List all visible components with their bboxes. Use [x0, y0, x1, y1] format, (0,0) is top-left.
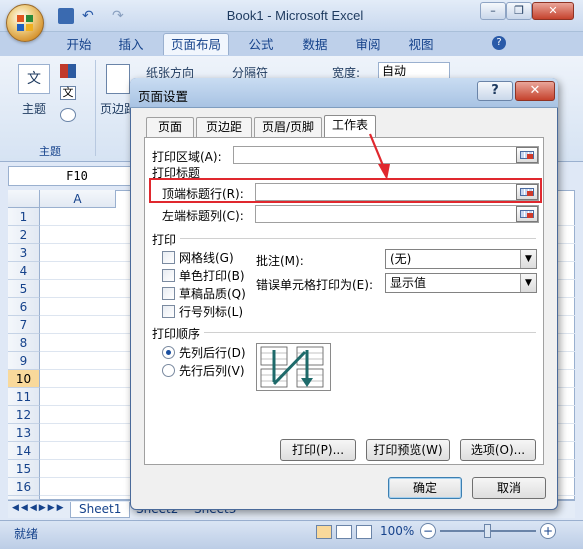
comments-select-value: (无)	[390, 252, 412, 266]
print-order-preview-icon	[256, 343, 331, 391]
row-header[interactable]: 14	[8, 442, 40, 460]
page-layout-view-icon[interactable]	[336, 525, 352, 539]
row-header[interactable]: 11	[8, 388, 40, 406]
sheet-nav-arrows-icon[interactable]: ◀◀◀▶▶▶	[12, 503, 66, 513]
margins-icon[interactable]	[106, 64, 130, 94]
status-ready: 就绪	[14, 527, 39, 541]
down-then-over-radio[interactable]	[162, 346, 175, 359]
row-header[interactable]: 2	[8, 226, 40, 244]
cols-repeat-label: 左端标题列(C):	[162, 209, 244, 223]
row-header[interactable]: 5	[8, 280, 40, 298]
down-then-over-label: 先列后行(D)	[179, 346, 246, 360]
themes-label[interactable]: 主题	[22, 100, 46, 117]
print-area-label: 打印区域(A):	[152, 150, 222, 164]
row-header[interactable]: 9	[8, 352, 40, 370]
errors-select-value: 显示值	[390, 276, 427, 290]
row-col-headings-checkbox[interactable]	[162, 305, 175, 318]
theme-effects-icon[interactable]	[60, 108, 76, 122]
print-order-label: 打印顺序	[152, 327, 201, 341]
dialog-help-button[interactable]: ?	[477, 81, 513, 101]
normal-view-icon[interactable]	[316, 525, 332, 539]
print-area-picker-icon[interactable]	[516, 147, 538, 163]
page-break-view-icon[interactable]	[356, 525, 372, 539]
print-preview-button[interactable]: 打印预览(W)	[366, 439, 450, 461]
row-header[interactable]: 13	[8, 424, 40, 442]
print-section-divider	[180, 238, 536, 239]
office-button[interactable]	[6, 4, 44, 42]
zoom-out-icon[interactable]: −	[420, 523, 436, 539]
theme-fonts-icon[interactable]: 文	[60, 86, 76, 100]
comments-select[interactable]: (无) ▼	[385, 249, 537, 269]
print-order-divider	[204, 332, 536, 333]
name-box[interactable]: F10	[8, 166, 146, 186]
over-then-down-radio[interactable]	[162, 364, 175, 377]
gridlines-checkbox[interactable]	[162, 251, 175, 264]
ok-button[interactable]: 确定	[388, 477, 462, 499]
dialog-close-button[interactable]: ✕	[515, 81, 555, 101]
sheet-tab-1[interactable]: Sheet1	[70, 502, 131, 518]
zoom-slider-thumb[interactable]	[484, 524, 491, 538]
row-header[interactable]: 10	[8, 370, 40, 388]
tab-page-layout[interactable]: 页面布局	[163, 33, 229, 55]
row-header[interactable]: 6	[8, 298, 40, 316]
save-icon[interactable]	[58, 8, 74, 24]
office-logo-icon	[17, 15, 33, 31]
draft-quality-checkbox[interactable]	[162, 287, 175, 300]
restore-button[interactable]: ❐	[506, 2, 532, 20]
column-header-a[interactable]: A	[40, 190, 116, 208]
tab-margins[interactable]: 页边距	[196, 117, 252, 137]
close-button[interactable]: ✕	[532, 2, 574, 20]
row-header[interactable]: 16	[8, 478, 40, 496]
select-all-corner[interactable]	[8, 190, 40, 208]
row-header[interactable]: 1	[8, 208, 40, 226]
comments-label: 批注(M):	[256, 254, 304, 268]
over-then-down-label: 先行后列(V)	[179, 364, 245, 378]
row-header[interactable]: 12	[8, 406, 40, 424]
annotation-arrow-icon	[368, 133, 390, 180]
row-header[interactable]: 8	[8, 334, 40, 352]
help-icon[interactable]: ?	[492, 36, 506, 50]
black-white-label: 单色打印(B)	[179, 269, 245, 283]
dialog-title: 页面设置	[138, 89, 189, 104]
tab-review[interactable]: 审阅	[347, 34, 389, 56]
tab-insert[interactable]: 插入	[110, 34, 152, 56]
row-header[interactable]: 15	[8, 460, 40, 478]
window-title: Book1 - Microsoft Excel	[226, 8, 364, 23]
status-bar	[0, 520, 583, 549]
print-section-label: 打印	[152, 233, 177, 247]
redo-icon[interactable]: ↷	[112, 8, 128, 24]
undo-icon[interactable]: ↶	[82, 8, 98, 24]
tab-data[interactable]: 数据	[294, 34, 336, 56]
cols-repeat-field[interactable]	[255, 205, 539, 223]
themes-group-label: 主题	[39, 145, 61, 158]
row-header[interactable]: 7	[8, 316, 40, 334]
minimize-button[interactable]: –	[480, 2, 506, 20]
tab-header-footer[interactable]: 页眉/页脚	[254, 117, 322, 137]
ribbon-divider	[95, 60, 96, 156]
chevron-down-icon: ▼	[520, 274, 536, 292]
cancel-button[interactable]: 取消	[472, 477, 546, 499]
zoom-level[interactable]: 100%	[380, 524, 414, 538]
black-white-checkbox[interactable]	[162, 269, 175, 282]
row-header[interactable]: 3	[8, 244, 40, 262]
cols-repeat-picker-icon[interactable]	[516, 206, 538, 222]
tab-formulas[interactable]: 公式	[240, 34, 282, 56]
theme-colors-icon[interactable]	[60, 64, 76, 78]
tab-view[interactable]: 视图	[400, 34, 442, 56]
zoom-in-icon[interactable]: +	[540, 523, 556, 539]
chevron-down-icon: ▼	[520, 250, 536, 268]
themes-icon[interactable]: 文	[18, 64, 50, 94]
options-button[interactable]: 选项(O)...	[460, 439, 536, 461]
errors-select[interactable]: 显示值 ▼	[385, 273, 537, 293]
gridlines-label: 网格线(G)	[179, 251, 234, 265]
draft-quality-label: 草稿品质(Q)	[179, 287, 246, 301]
row-header[interactable]: 4	[8, 262, 40, 280]
highlight-box	[149, 178, 542, 203]
row-col-headings-label: 行号列标(L)	[179, 305, 244, 319]
tab-home[interactable]: 开始	[58, 34, 100, 56]
print-button[interactable]: 打印(P)...	[280, 439, 356, 461]
errors-label: 错误单元格打印为(E):	[256, 278, 373, 292]
tab-page[interactable]: 页面	[146, 117, 194, 137]
